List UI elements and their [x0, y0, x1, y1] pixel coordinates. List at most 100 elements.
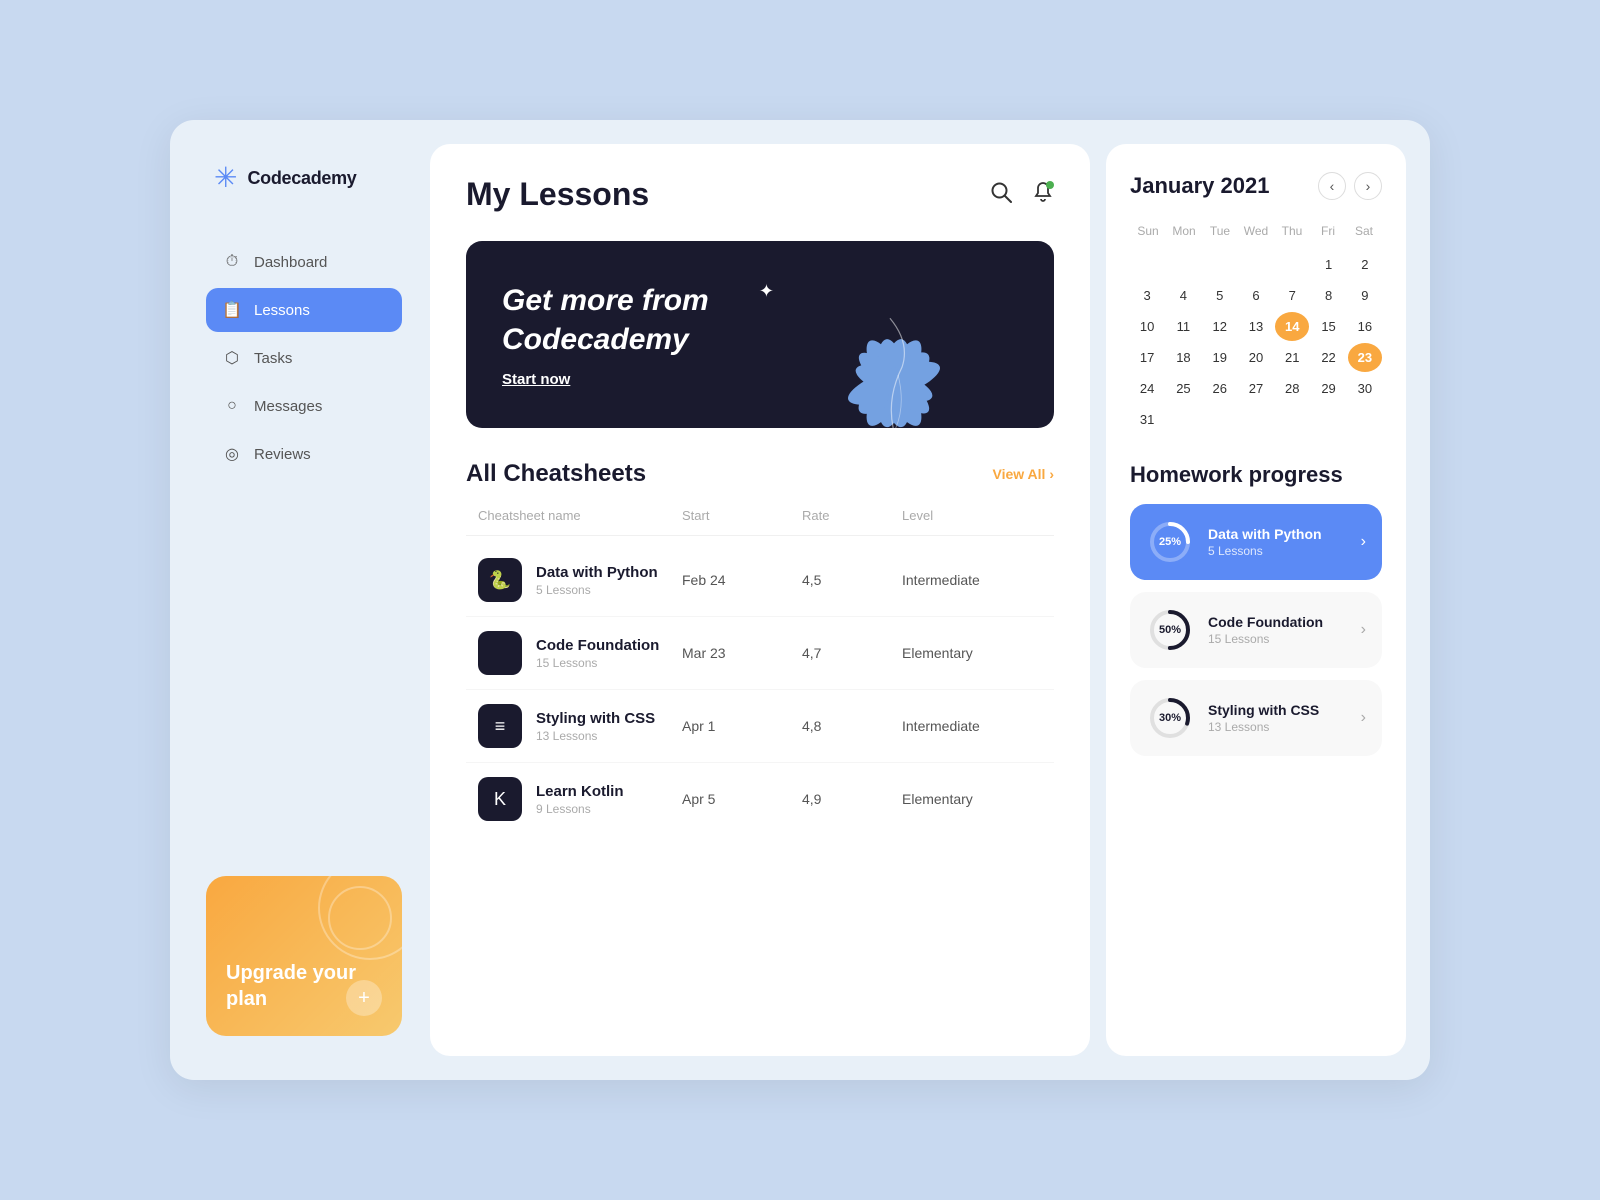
course-lessons: 13 Lessons — [536, 729, 655, 743]
dashboard-icon: ⏱ — [222, 252, 242, 272]
cal-cell[interactable]: 9 — [1348, 281, 1382, 310]
cal-cell[interactable]: 13 — [1239, 312, 1273, 341]
sidebar-item-label: Dashboard — [254, 254, 327, 271]
cal-cell[interactable]: 10 — [1130, 312, 1164, 341]
cal-cell[interactable]: 1 — [1311, 250, 1345, 279]
cal-cell[interactable]: 16 — [1348, 312, 1382, 341]
col-level: Level — [902, 508, 1042, 523]
hw-arrow-icon: › — [1361, 709, 1366, 727]
course-name: Code Foundation — [536, 637, 659, 654]
course-name: Learn Kotlin — [536, 783, 624, 800]
course-start: Feb 24 — [682, 572, 802, 588]
cal-cell[interactable]: 25 — [1166, 374, 1200, 403]
cal-cell — [1166, 250, 1200, 279]
svg-text:50%: 50% — [1159, 624, 1181, 636]
cal-cell[interactable]: 7 — [1275, 281, 1309, 310]
table-row[interactable]: ≡ Styling with CSS 13 Lessons Apr 1 4,8 … — [466, 690, 1054, 763]
cal-cell — [1239, 250, 1273, 279]
promo-cta[interactable]: Start now — [502, 371, 1018, 388]
next-month-button[interactable]: › — [1354, 172, 1382, 200]
calendar-grid: 1234567891011121314151617181920212223242… — [1130, 250, 1382, 434]
cal-cell[interactable]: 20 — [1239, 343, 1273, 372]
logo-text: Codecademy — [247, 168, 356, 189]
cal-cell[interactable]: 15 — [1311, 312, 1345, 341]
cal-cell[interactable]: 11 — [1166, 312, 1200, 341]
header-icons — [990, 181, 1054, 209]
tasks-icon: ⬡ — [222, 348, 242, 368]
sidebar-item-dashboard[interactable]: ⏱ Dashboard — [206, 240, 402, 284]
svg-text:25%: 25% — [1159, 536, 1181, 548]
cal-cell[interactable]: 14 — [1275, 312, 1309, 341]
sidebar-item-lessons[interactable]: 📋 Lessons — [206, 288, 402, 332]
course-start: Apr 1 — [682, 718, 802, 734]
page-title: My Lessons — [466, 176, 649, 213]
cal-cell[interactable]: 31 — [1130, 405, 1164, 434]
table-row[interactable]: 🐍 Data with Python 5 Lessons Feb 24 4,5 … — [466, 544, 1054, 617]
cal-cell[interactable]: 27 — [1239, 374, 1273, 403]
course-icon: K — [478, 777, 522, 821]
prev-month-button[interactable]: ‹ — [1318, 172, 1346, 200]
cal-cell[interactable]: 30 — [1348, 374, 1382, 403]
cal-cell[interactable]: 8 — [1311, 281, 1345, 310]
cal-weekday: Thu — [1274, 220, 1310, 242]
promo-banner: Get more from Codecademy Start now ✦ — [466, 241, 1054, 428]
upgrade-card[interactable]: Upgrade your plan + — [206, 876, 402, 1036]
cal-cell[interactable]: 23 — [1348, 343, 1382, 372]
table-row[interactable]: K Learn Kotlin 9 Lessons Apr 5 4,9 Eleme… — [466, 763, 1054, 835]
col-rate: Rate — [802, 508, 902, 523]
homework-list: 25% Data with Python 5 Lessons › 50% Cod… — [1130, 504, 1382, 756]
course-icon: ≡ — [478, 704, 522, 748]
promo-heading: Get more from Codecademy — [502, 281, 802, 359]
calendar-header: January 2021 ‹ › — [1130, 172, 1382, 200]
sidebar-item-reviews[interactable]: ◎ Reviews — [206, 432, 402, 476]
cal-cell[interactable]: 17 — [1130, 343, 1164, 372]
sidebar-item-tasks[interactable]: ⬡ Tasks — [206, 336, 402, 380]
flower-decoration — [794, 241, 994, 428]
cal-cell[interactable]: 3 — [1130, 281, 1164, 310]
course-icon — [478, 631, 522, 675]
cal-cell[interactable]: 5 — [1203, 281, 1237, 310]
cal-cell[interactable]: 19 — [1203, 343, 1237, 372]
cal-cell[interactable]: 2 — [1348, 250, 1382, 279]
course-level: Intermediate — [902, 718, 1042, 734]
sidebar-item-messages[interactable]: ○ Messages — [206, 384, 402, 428]
cal-cell[interactable]: 22 — [1311, 343, 1345, 372]
table-row[interactable]: Code Foundation 15 Lessons Mar 23 4,7 El… — [466, 617, 1054, 690]
cal-cell[interactable]: 26 — [1203, 374, 1237, 403]
search-button[interactable] — [990, 181, 1012, 209]
hw-arrow-icon: › — [1361, 533, 1366, 551]
cal-cell[interactable]: 24 — [1130, 374, 1164, 403]
search-icon — [990, 181, 1012, 203]
course-lessons: 9 Lessons — [536, 802, 624, 816]
cheatsheets-table: 🐍 Data with Python 5 Lessons Feb 24 4,5 … — [466, 544, 1054, 835]
course-info: 🐍 Data with Python 5 Lessons — [478, 558, 682, 602]
hw-name: Data with Python — [1208, 526, 1347, 542]
cal-cell[interactable]: 28 — [1275, 374, 1309, 403]
hw-lessons: 5 Lessons — [1208, 544, 1347, 558]
cal-cell[interactable]: 4 — [1166, 281, 1200, 310]
homework-item[interactable]: 50% Code Foundation 15 Lessons › — [1130, 592, 1382, 668]
cal-cell[interactable]: 21 — [1275, 343, 1309, 372]
upgrade-text: Upgrade your plan — [226, 960, 382, 1012]
calendar-title: January 2021 — [1130, 173, 1269, 199]
app-container: ✳ Codecademy ⏱ Dashboard 📋 Lessons ⬡ Tas… — [170, 120, 1430, 1080]
cal-cell[interactable]: 29 — [1311, 374, 1345, 403]
right-panel: January 2021 ‹ › SunMonTueWedThuFriSat 1… — [1106, 144, 1406, 1056]
progress-ring: 25% — [1146, 518, 1194, 566]
cal-cell[interactable]: 6 — [1239, 281, 1273, 310]
homework-item[interactable]: 25% Data with Python 5 Lessons › — [1130, 504, 1382, 580]
course-level: Intermediate — [902, 572, 1042, 588]
cal-cell — [1130, 250, 1164, 279]
sidebar: ✳ Codecademy ⏱ Dashboard 📋 Lessons ⬡ Tas… — [194, 144, 414, 1056]
cal-cell — [1275, 250, 1309, 279]
course-lessons: 5 Lessons — [536, 583, 658, 597]
homework-item[interactable]: 30% Styling with CSS 13 Lessons › — [1130, 680, 1382, 756]
course-level: Elementary — [902, 645, 1042, 661]
notifications-button[interactable] — [1032, 181, 1054, 209]
cal-cell[interactable]: 12 — [1203, 312, 1237, 341]
view-all-button[interactable]: View All — [993, 466, 1054, 482]
cal-cell[interactable]: 18 — [1166, 343, 1200, 372]
course-rate: 4,7 — [802, 645, 902, 661]
course-rate: 4,9 — [802, 791, 902, 807]
lessons-icon: 📋 — [222, 300, 242, 320]
